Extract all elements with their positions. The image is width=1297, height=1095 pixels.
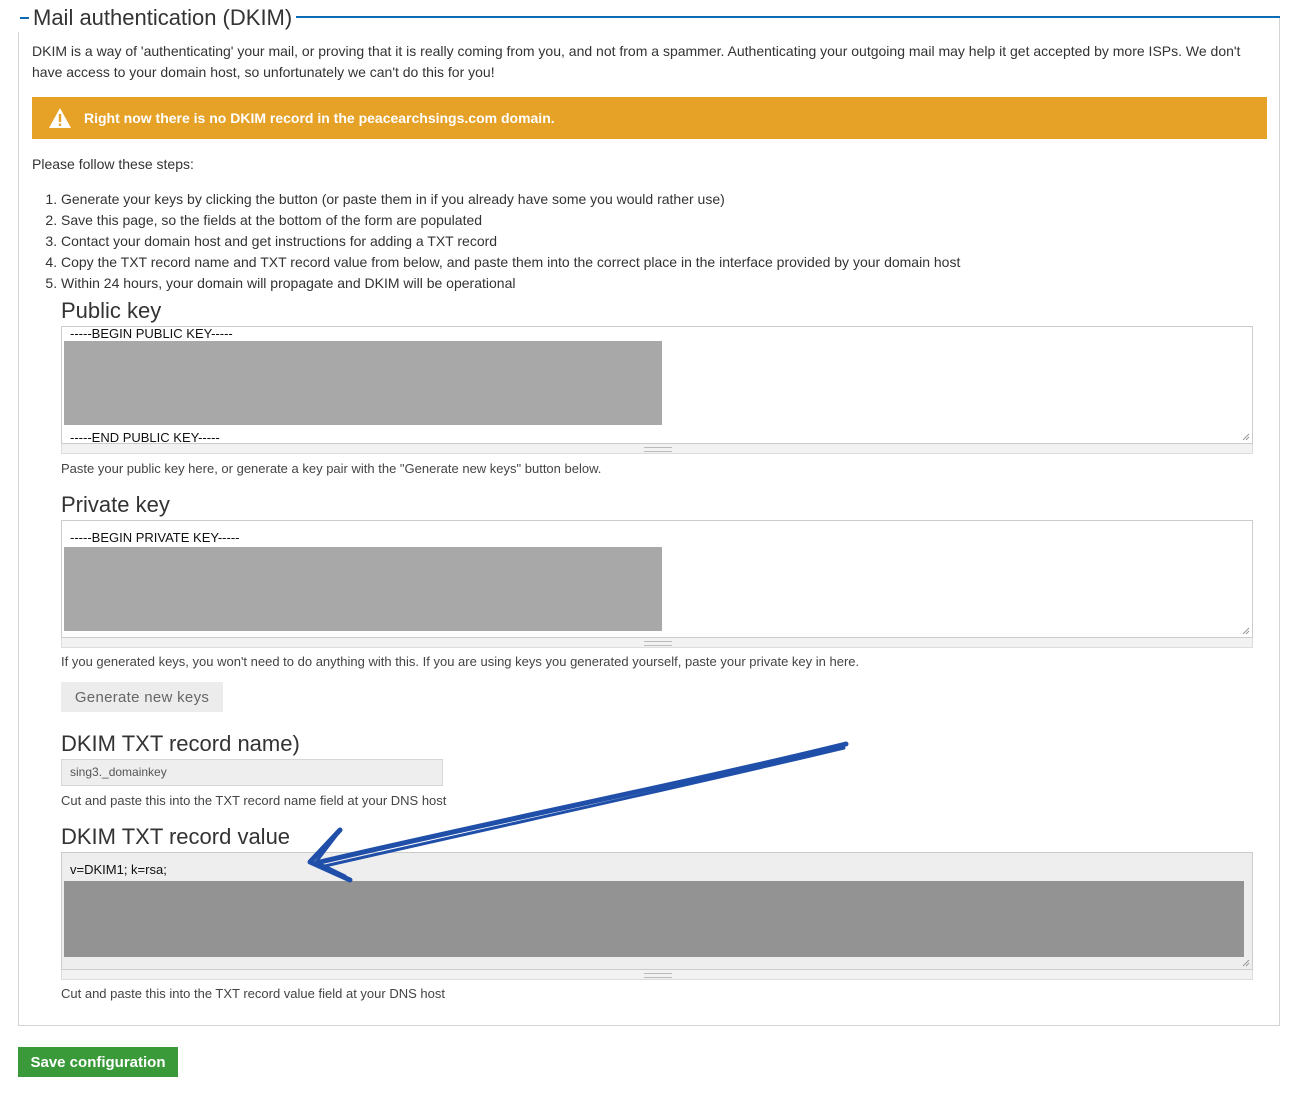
txt-name-label: DKIM TXT record name) (61, 731, 300, 756)
legend-dash (20, 17, 29, 19)
public-key-textarea[interactable]: -----BEGIN PUBLIC KEY----- -----END PUBL… (61, 326, 1253, 445)
list-item: Contact your domain host and get instruc… (61, 231, 960, 252)
private-key-grippie[interactable] (61, 638, 1253, 648)
public-key-label: Public key (61, 298, 162, 323)
steps-list: Generate your keys by clicking the butto… (32, 189, 960, 294)
list-item: Copy the TXT record name and TXT record … (61, 252, 960, 273)
private-key-begin-line: -----BEGIN PRIVATE KEY----- (70, 530, 240, 545)
resize-handle-icon[interactable] (1242, 433, 1250, 441)
warning-text: Right now there is no DKIM record in the… (84, 110, 555, 126)
txt-value-grippie[interactable] (61, 970, 1253, 980)
txt-value-textarea[interactable]: v=DKIM1; k=rsa; (61, 852, 1253, 970)
resize-handle-icon[interactable] (1242, 627, 1250, 635)
public-key-begin-line: -----BEGIN PUBLIC KEY----- (70, 326, 233, 341)
txt-name-description: Cut and paste this into the TXT record n… (61, 793, 447, 808)
list-item: Within 24 hours, your domain will propag… (61, 273, 960, 294)
private-key-description: If you generated keys, you won't need to… (61, 654, 860, 669)
public-key-grippie[interactable] (61, 444, 1253, 454)
txt-value-description: Cut and paste this into the TXT record v… (61, 986, 445, 1001)
fieldset-legend: Mail authentication (DKIM) (18, 4, 297, 32)
txt-name-field[interactable]: sing3._domainkey (61, 759, 443, 786)
generate-keys-button[interactable]: Generate new keys (61, 682, 223, 712)
private-key-label: Private key (61, 492, 170, 517)
private-key-textarea[interactable]: -----BEGIN PRIVATE KEY----- (61, 520, 1253, 638)
txt-value-line: v=DKIM1; k=rsa; (70, 862, 167, 877)
warning-triangle-icon (49, 108, 71, 128)
intro-text: DKIM is a way of 'authenticating' your m… (32, 43, 1241, 80)
public-key-end-line: -----END PUBLIC KEY----- (70, 430, 220, 445)
redacted-txt-value (64, 881, 1244, 957)
txt-value-label: DKIM TXT record value (61, 824, 291, 849)
redacted-private-key (64, 547, 662, 631)
save-configuration-button[interactable]: Save configuration (18, 1047, 178, 1077)
warning-banner: Right now there is no DKIM record in the… (32, 97, 1267, 139)
list-item: Generate your keys by clicking the butto… (61, 189, 960, 210)
redacted-public-key (64, 341, 662, 425)
public-key-description: Paste your public key here, or generate … (61, 461, 602, 476)
legend-text: Mail authentication (DKIM) (33, 5, 293, 30)
list-item: Save this page, so the fields at the bot… (61, 210, 960, 231)
resize-handle-icon[interactable] (1242, 959, 1250, 967)
steps-intro: Please follow these steps: (32, 156, 194, 172)
